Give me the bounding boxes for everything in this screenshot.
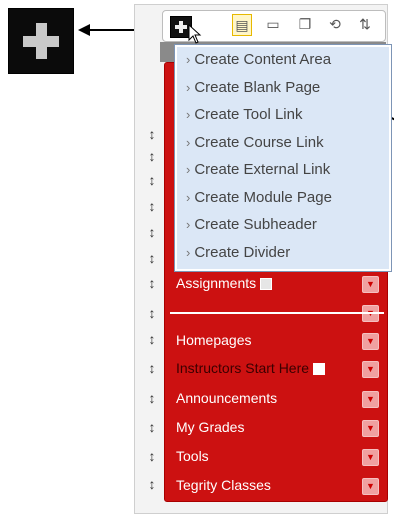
- menu-item-instructors-start-here[interactable]: Instructors Start Here: [176, 357, 326, 379]
- chevron-down-icon[interactable]: ▼: [362, 361, 379, 378]
- drag-handle[interactable]: ↕: [145, 126, 159, 142]
- chevron-right-icon: ›: [186, 107, 191, 122]
- chevron-down-icon[interactable]: ▼: [362, 449, 379, 466]
- dropdown-item-create-subheader[interactable]: › Create Subheader: [186, 213, 317, 237]
- menu-item-label: Homepages: [176, 332, 252, 348]
- drag-handle[interactable]: ↕: [145, 331, 159, 347]
- drag-handle[interactable]: ↕: [145, 476, 159, 492]
- chevron-down-icon[interactable]: ▼: [362, 276, 379, 293]
- dropdown-item-create-external-link[interactable]: › Create External Link: [186, 158, 330, 182]
- drag-handle[interactable]: ↕: [145, 148, 159, 164]
- menu-item-assignments[interactable]: Assignments: [176, 272, 273, 294]
- drag-handle[interactable]: ↕: [145, 250, 159, 266]
- chevron-right-icon: ›: [186, 80, 191, 95]
- dropdown-item-create-divider[interactable]: › Create Divider: [186, 241, 290, 265]
- chevron-right-icon: ›: [186, 162, 191, 177]
- sort-icon[interactable]: ⇅: [356, 14, 374, 34]
- menu-item-my-grades[interactable]: My Grades: [176, 416, 244, 438]
- hidden-status-icon: [260, 278, 273, 291]
- dropdown-item-create-content-area[interactable]: › Create Content Area: [186, 48, 331, 72]
- menu-item-homepages[interactable]: Homepages: [176, 329, 252, 351]
- drag-handle[interactable]: ↕: [145, 390, 159, 406]
- menu-item-label: My Grades: [176, 419, 245, 435]
- chevron-right-icon: ›: [186, 217, 191, 232]
- menu-item-label: Assignments: [176, 275, 257, 291]
- mouse-cursor-icon: [188, 24, 202, 44]
- drag-handle[interactable]: ↕: [145, 275, 159, 291]
- refresh-icon[interactable]: ⟲: [326, 14, 344, 34]
- list-icon[interactable]: ▤: [232, 14, 252, 36]
- zoomed-plus-icon: [8, 8, 74, 74]
- drag-handle[interactable]: ↕: [145, 360, 159, 376]
- menu-item-announcements[interactable]: Announcements: [176, 387, 277, 409]
- menu-item-tools[interactable]: Tools: [176, 445, 209, 467]
- drag-handle[interactable]: ↕: [145, 419, 159, 435]
- menu-item-tegrity-classes[interactable]: Tegrity Classes: [176, 474, 271, 496]
- chevron-down-icon[interactable]: ▼: [362, 420, 379, 437]
- drag-handle[interactable]: ↕: [145, 305, 159, 321]
- menu-item-label: Announcements: [176, 390, 278, 406]
- chevron-down-icon[interactable]: ▼: [362, 333, 379, 350]
- menu-item-label: Tegrity Classes: [176, 477, 271, 493]
- dropdown-item-create-blank-page[interactable]: › Create Blank Page: [186, 76, 320, 100]
- drag-handle[interactable]: ↕: [145, 198, 159, 214]
- folder-icon[interactable]: ▭: [264, 14, 282, 34]
- menu-item-label: Tools: [176, 448, 209, 464]
- chevron-right-icon: ›: [186, 245, 191, 260]
- chevron-right-icon: ›: [186, 190, 191, 205]
- chevron-down-icon[interactable]: ▼: [362, 391, 379, 408]
- chevron-down-icon[interactable]: ▼: [362, 478, 379, 495]
- copy-icon[interactable]: ❐: [296, 14, 314, 34]
- drag-handle[interactable]: ↕: [145, 448, 159, 464]
- chevron-right-icon: ›: [186, 52, 191, 67]
- dropdown-item-create-module-page[interactable]: › Create Module Page: [186, 186, 332, 210]
- hidden-status-icon: [313, 363, 326, 376]
- drag-handle[interactable]: ↕: [145, 172, 159, 188]
- menu-item-label: Instructors Start Here: [176, 360, 310, 376]
- chevron-right-icon: ›: [186, 135, 191, 150]
- dropdown-item-create-tool-link[interactable]: › Create Tool Link: [186, 103, 302, 127]
- dropdown-item-create-course-link[interactable]: › Create Course Link: [186, 131, 324, 155]
- callout-arrow-head: [78, 24, 90, 36]
- drag-handle[interactable]: ↕: [145, 224, 159, 240]
- menu-divider: [170, 312, 384, 314]
